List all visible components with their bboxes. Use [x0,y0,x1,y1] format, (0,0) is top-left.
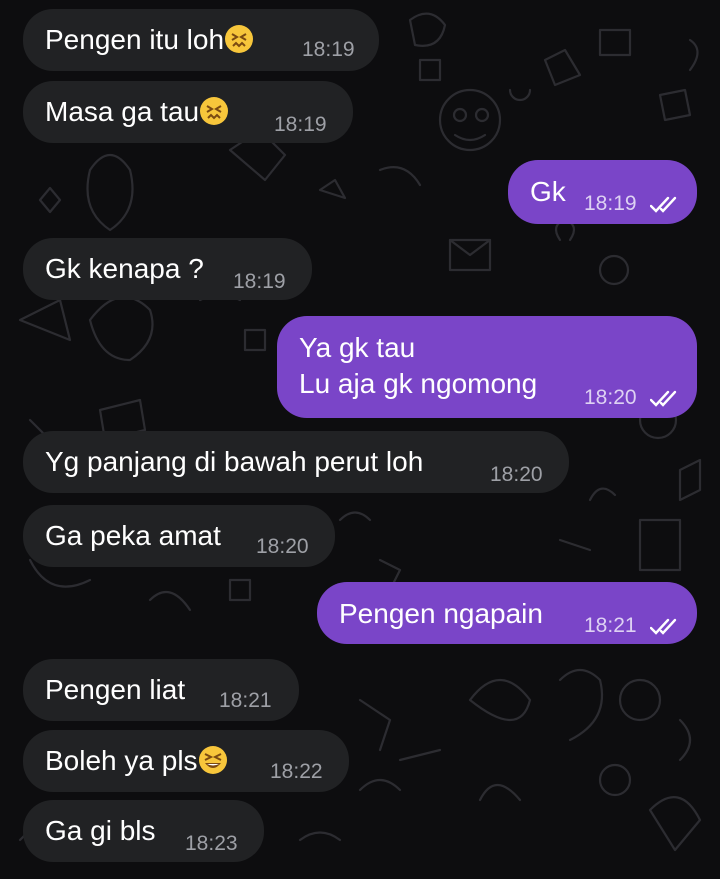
message-text: Ya gk tau Lu aja gk ngomong [299,330,537,402]
outgoing-message-bubble[interactable]: Ya gk tau Lu aja gk ngomong 18:20 [277,316,697,418]
message-timestamp: 18:20 [490,463,543,486]
message-timestamp: 18:19 [233,270,286,293]
incoming-message-bubble[interactable]: Ga peka amat 18:20 [23,505,335,567]
outgoing-message-bubble[interactable]: Gk 18:19 [508,160,697,224]
confounded-face-icon [200,97,229,125]
read-receipt-double-check-icon [650,618,677,635]
message-timestamp: 18:19 [302,38,355,61]
incoming-message-bubble[interactable]: Pengen liat 18:21 [23,659,299,721]
message-timestamp: 18:19 [274,113,327,136]
read-receipt-double-check-icon [650,196,677,213]
message-timestamp: 18:23 [185,832,238,855]
message-timestamp: 18:20 [584,386,637,409]
message-text: Pengen ngapain [339,598,543,629]
incoming-message-bubble[interactable]: Ga gi bls 18:23 [23,800,264,862]
outgoing-message-bubble[interactable]: Pengen ngapain 18:21 [317,582,697,644]
incoming-message-bubble[interactable]: Masa ga tau 18:19 [23,81,353,143]
chat-messages-list[interactable]: Pengen itu loh 18:19 Masa ga tau 18:19 G… [0,0,720,879]
message-timestamp: 18:19 [584,192,637,215]
incoming-message-bubble[interactable]: Yg panjang di bawah perut loh 18:20 [23,431,569,493]
message-timestamp: 18:21 [219,689,272,712]
incoming-message-bubble[interactable]: Boleh ya pls 18:22 [23,730,349,792]
message-line: Ya gk tau [299,332,416,363]
message-text: Ga peka amat [45,520,221,551]
message-text: Gk [530,176,566,207]
incoming-message-bubble[interactable]: Gk kenapa ? 18:19 [23,238,312,300]
message-text: Pengen itu loh [45,22,254,58]
confounded-face-icon [225,25,254,53]
grinning-squinting-face-icon [198,746,227,774]
message-text: Pengen liat [45,674,186,705]
message-text: Yg panjang di bawah perut loh [45,446,424,477]
read-receipt-double-check-icon [650,390,677,407]
message-timestamp: 18:20 [256,535,309,558]
message-line: Lu aja gk ngomong [299,368,538,399]
message-timestamp: 18:21 [584,614,637,637]
message-text: Boleh ya pls [45,743,228,779]
message-text: Ga gi bls [45,815,156,846]
incoming-message-bubble[interactable]: Pengen itu loh 18:19 [23,9,379,71]
message-text: Masa ga tau [45,94,229,130]
message-text: Gk kenapa ? [45,253,204,284]
message-timestamp: 18:22 [270,760,323,783]
